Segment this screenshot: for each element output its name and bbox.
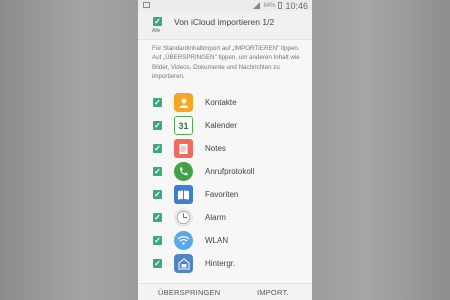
notes-icon <box>174 139 193 158</box>
select-all-label: Alle <box>152 28 161 34</box>
description-text: Für Standardinhaltimport auf „IMPORTIERE… <box>152 45 300 81</box>
list-item-anrufprotokoll[interactable]: ✓ Anrufprotokoll <box>138 160 312 183</box>
calendar-icon-date: 31 <box>178 120 189 131</box>
list-item-label: Anrufprotokoll <box>205 167 255 176</box>
notes-checkbox[interactable]: ✓ <box>153 144 162 153</box>
battery-icon <box>278 2 283 9</box>
check-icon: ✓ <box>154 236 161 245</box>
list-item-label: Notes <box>205 144 226 153</box>
contacts-icon <box>174 93 193 112</box>
call-log-icon <box>174 162 193 181</box>
wifi-icon <box>174 231 193 250</box>
notification-icon <box>143 2 150 8</box>
signal-icon <box>253 2 261 9</box>
list-item-wlan[interactable]: ✓ WLAN <box>138 229 312 252</box>
battery-percent: 64% <box>263 2 276 9</box>
list-item-notes[interactable]: ✓ Notes <box>138 137 312 160</box>
check-icon: ✓ <box>154 121 161 130</box>
clock: 10:46 <box>285 0 308 11</box>
check-icon: ✓ <box>154 213 161 222</box>
list-item-favoriten[interactable]: ✓ Favoriten <box>138 183 312 206</box>
favoriten-checkbox[interactable]: ✓ <box>153 190 162 199</box>
background-right <box>312 0 450 300</box>
status-bar: 64% 10:46 <box>138 0 312 11</box>
list-item-label: WLAN <box>205 236 229 245</box>
calendar-icon: 31 <box>174 116 193 135</box>
kalender-checkbox[interactable]: ✓ <box>153 121 162 130</box>
list-item-label: Favoriten <box>205 190 239 199</box>
list-item-label: Kalender <box>205 121 238 130</box>
list-item-label: Hintergr. <box>205 259 236 268</box>
list-item-kalender[interactable]: ✓ 31 Kalender <box>138 114 312 137</box>
check-icon: ✓ <box>154 167 161 176</box>
check-icon: ✓ <box>154 144 161 153</box>
skip-button[interactable]: ÜBERSPRINGEN <box>158 288 220 297</box>
import-button[interactable]: IMPORT. <box>257 288 289 297</box>
dialog-footer: ÜBERSPRINGEN IMPORT. <box>138 283 312 300</box>
alarm-icon <box>174 208 193 227</box>
kontakte-checkbox[interactable]: ✓ <box>153 98 162 107</box>
background-left <box>0 0 138 300</box>
list-item-kontakte[interactable]: ✓ Kontakte <box>138 91 312 114</box>
check-icon: ✓ <box>154 17 161 26</box>
favorites-icon <box>174 185 193 204</box>
wlan-checkbox[interactable]: ✓ <box>153 236 162 245</box>
check-icon: ✓ <box>154 98 161 107</box>
check-icon: ✓ <box>154 259 161 268</box>
list-item-label: Kontakte <box>205 98 237 107</box>
alarm-checkbox[interactable]: ✓ <box>153 213 162 222</box>
select-all-checkbox[interactable]: ✓ <box>153 17 162 26</box>
dialog-title: Von iCloud importieren 1/2 <box>174 17 275 27</box>
dialog-header: ✓ Alle Von iCloud importieren 1/2 <box>138 11 312 40</box>
phone-screen: 64% 10:46 ✓ Alle Von iCloud importieren … <box>138 0 312 300</box>
hintergrund-checkbox[interactable]: ✓ <box>153 259 162 268</box>
list-item-label: Alarm <box>205 213 226 222</box>
anrufprotokoll-checkbox[interactable]: ✓ <box>153 167 162 176</box>
check-icon: ✓ <box>154 190 161 199</box>
wallpaper-icon <box>174 254 193 273</box>
list-item-alarm[interactable]: ✓ Alarm <box>138 206 312 229</box>
list-item-hintergrund[interactable]: ✓ Hintergr. <box>138 252 312 275</box>
